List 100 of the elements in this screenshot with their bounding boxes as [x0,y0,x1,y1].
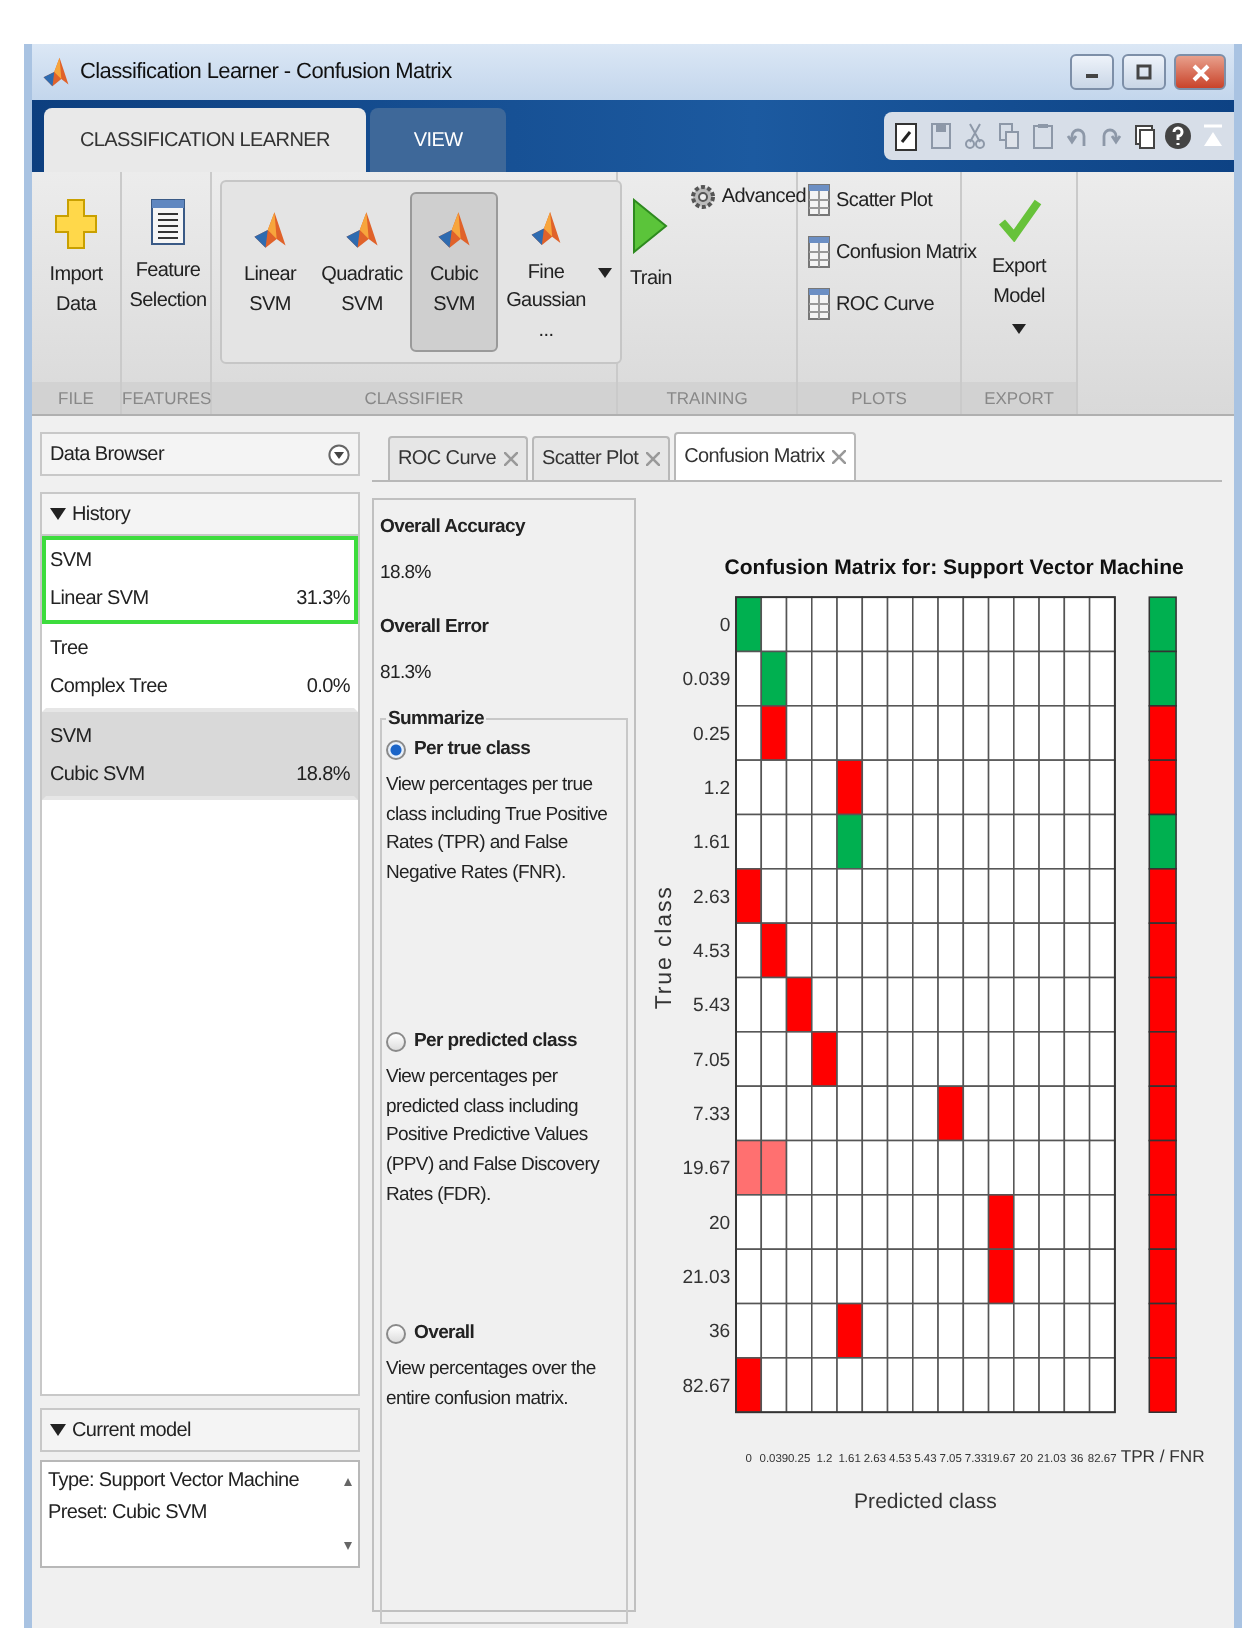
model-detail-text: Type: Support Vector Machine [48,1468,302,1496]
table-icon [808,288,830,320]
tick-label: 2.63 [693,886,731,909]
clipboard-icon [1031,122,1053,150]
collapse-triangle-icon [50,506,66,522]
radio-option[interactable]: Per true class [386,738,622,760]
copy-icon [997,122,1019,150]
caret-icon [598,267,612,277]
tick-label: 0.25 [693,723,731,746]
dock-button[interactable] [892,120,920,152]
feature-button[interactable]: Feature Selection [128,180,208,322]
import-button[interactable]: Import Data [38,180,114,326]
tick-label: 0 [719,615,731,637]
close-icon [1191,63,1209,81]
cut-button[interactable] [960,120,988,152]
peak-logo-icon [250,210,290,250]
plot-tab[interactable]: Scatter Plot [531,436,671,480]
ribbon-tab[interactable]: VIEW [369,108,507,172]
classifier-button[interactable]: Quadratic SVM [318,192,406,352]
option-description: View percentages over the entire confusion matrix. [386,1356,598,1414]
caret-icon [1012,324,1026,334]
tick-label: TPR / FNR [1120,1446,1205,1466]
document-icon [893,121,919,151]
save-icon [929,122,951,150]
switch-windows-button[interactable] [1130,120,1158,152]
option-description: View percentages per predicted class including Positive Predictive Values (PPV) and False Discovery Rates (FDR). [386,1064,602,1210]
model-detail-text: Preset: Cubic SVM [48,1500,209,1528]
ribbon-tab[interactable]: CLASSIFICATION LEARNER [44,108,366,172]
option-description: View percentages per true class including True Positive Rates (TPR) and False Negative Rates (FNR). [386,772,610,889]
tick-label: 21.03 [682,1267,731,1290]
collapse-arrow-icon [1203,124,1221,148]
section-label: CLASSIFIER [212,382,616,414]
accuracy-label: Overall Accuracy [380,516,528,538]
panel-title: Data Browser [50,443,164,465]
plot-tab[interactable]: Confusion Matrix [674,432,857,480]
section-label: PLOTS [798,382,960,414]
current-model-toggle[interactable]: Current model [50,1419,191,1441]
section-label: TRAINING [618,382,796,414]
train-button[interactable]: Train [624,180,678,301]
history-item[interactable]: SVM Linear SVM 31.3% [42,536,358,624]
radio-button[interactable] [386,1323,406,1343]
chart-title: Confusion Matrix for: Support Vector Machine [724,556,1184,581]
tick-label: 1.2 [703,778,731,801]
history-item[interactable]: SVM Cubic SVM 18.8% [42,712,358,800]
restore-icon [1136,64,1152,80]
gear-icon [689,184,716,210]
tick-label: 36 [709,1321,731,1344]
play-icon [632,198,669,254]
tick-label: 4.53 [693,941,731,964]
tick-label: 7.05 [693,1049,731,1072]
plot-tab[interactable]: ROC Curve [388,436,528,480]
classifier-button[interactable]: Fine Gaussian ... [502,192,590,352]
axis-label: True class [652,885,677,1010]
radio-button[interactable] [386,1031,406,1051]
radio-option[interactable]: Per predicted class [386,1030,622,1052]
minimize-button[interactable] [1070,54,1114,90]
tick-label: 5.43 [693,995,731,1018]
accuracy-value: 18.8% [380,562,433,584]
peak-logo-icon [434,210,474,250]
section-label: EXPORT [962,382,1076,414]
menu-circle-icon[interactable] [328,443,350,465]
group-title: Summarize [386,708,486,730]
list-document-icon [150,198,186,246]
peak-logo-icon [342,210,382,250]
close-button[interactable] [1174,54,1226,90]
tick-label: 19.67 [682,1158,731,1181]
close-icon [503,452,518,466]
radio-button[interactable] [386,739,406,759]
section-label: FEATURES [122,382,210,414]
peak-logo-icon [40,56,72,88]
collapse-triangle-icon [50,1422,66,1438]
copy-button[interactable] [994,120,1022,152]
checkmark-icon [997,198,1041,242]
radio-option[interactable]: Overall [386,1322,622,1344]
help-icon [1164,122,1192,150]
plus-icon [54,198,98,250]
axis-label: Predicted class [854,1489,997,1514]
table-icon [808,236,830,268]
plot-button[interactable]: Scatter Plot [804,180,981,220]
maximize-button[interactable] [1122,54,1166,90]
plot-button[interactable]: Confusion Matrix [804,232,981,272]
history-toggle[interactable]: History [50,503,131,525]
tick-label: 7.33 [693,1104,731,1127]
tick-label: 0.039 [682,669,731,692]
classifier-button[interactable]: Cubic SVM [410,192,498,352]
plot-button[interactable]: ROC Curve [804,284,981,324]
tick-label: 1.61 [693,832,731,855]
close-icon [646,452,661,466]
classifier-button[interactable]: Linear SVM [226,192,314,352]
error-label: Overall Error [380,616,491,638]
tick-label: 82.67 [682,1375,731,1398]
peak-logo-icon [526,210,566,247]
close-icon [832,450,847,464]
scissors-icon [963,122,985,150]
tick-label: 20 [709,1212,731,1235]
window-title: Classification Learner - Confusion Matrix [80,60,454,84]
windows-icon [1133,122,1155,150]
paste-button[interactable] [1028,120,1056,152]
table-icon [808,184,830,216]
help-button[interactable] [1164,120,1192,152]
